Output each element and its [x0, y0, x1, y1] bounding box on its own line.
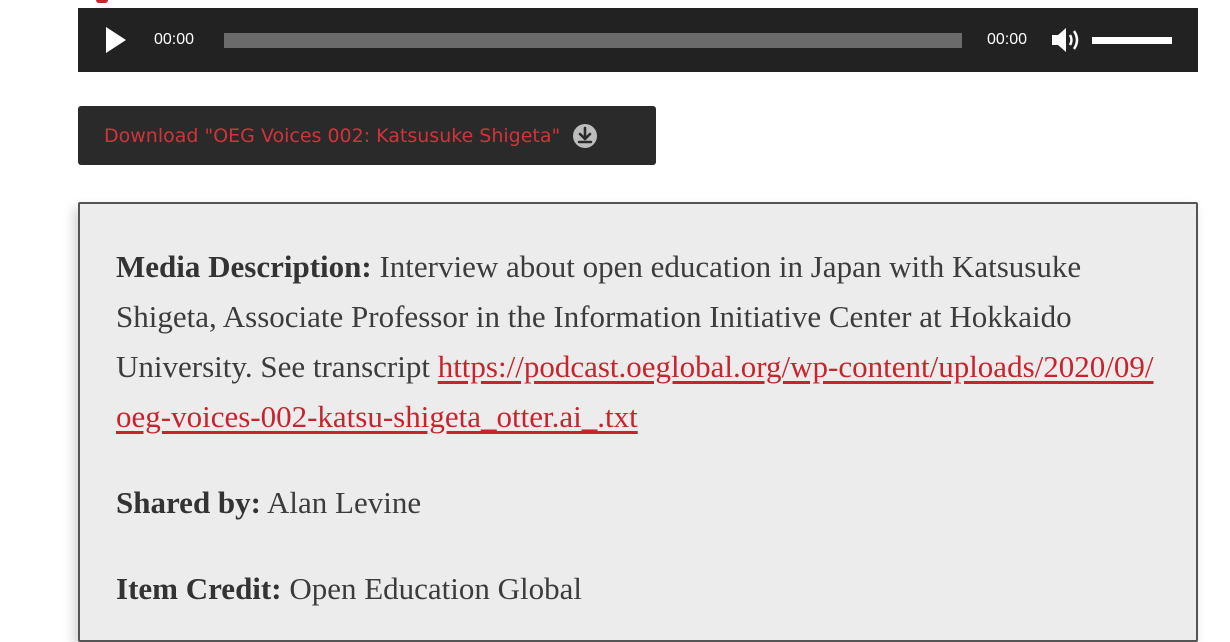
media-info-box: Media Description: Interview about open …	[78, 202, 1198, 642]
download-button[interactable]: Download "OEG Voices 002: Katsusuke Shig…	[78, 106, 656, 165]
item-credit-label: Item Credit:	[116, 571, 282, 606]
download-label: Download "OEG Voices 002: Katsusuke Shig…	[104, 124, 561, 147]
current-time: 00:00	[154, 31, 195, 48]
play-icon	[106, 27, 126, 53]
audio-player: 00:00 00:00	[78, 8, 1198, 72]
progress-track[interactable]	[224, 33, 962, 48]
volume-fill	[1092, 37, 1172, 44]
volume-slider[interactable]	[1092, 37, 1172, 44]
shared-by: Shared by: Alan Levine	[116, 478, 1160, 528]
shared-by-value: Alan Levine	[261, 485, 422, 520]
item-credit-value: Open Education Global	[281, 571, 583, 606]
speaker-icon	[1052, 28, 1079, 52]
mute-button[interactable]	[1048, 25, 1084, 55]
media-description: Media Description: Interview about open …	[116, 242, 1160, 442]
play-button[interactable]	[100, 24, 132, 56]
media-description-label: Media Description:	[116, 249, 372, 284]
item-credit: Item Credit: Open Education Global	[116, 564, 1160, 614]
download-arrow-icon	[572, 123, 598, 149]
decorative-accent	[96, 0, 108, 3]
duration-time: 00:00	[987, 31, 1028, 48]
shared-by-label: Shared by:	[116, 485, 261, 520]
